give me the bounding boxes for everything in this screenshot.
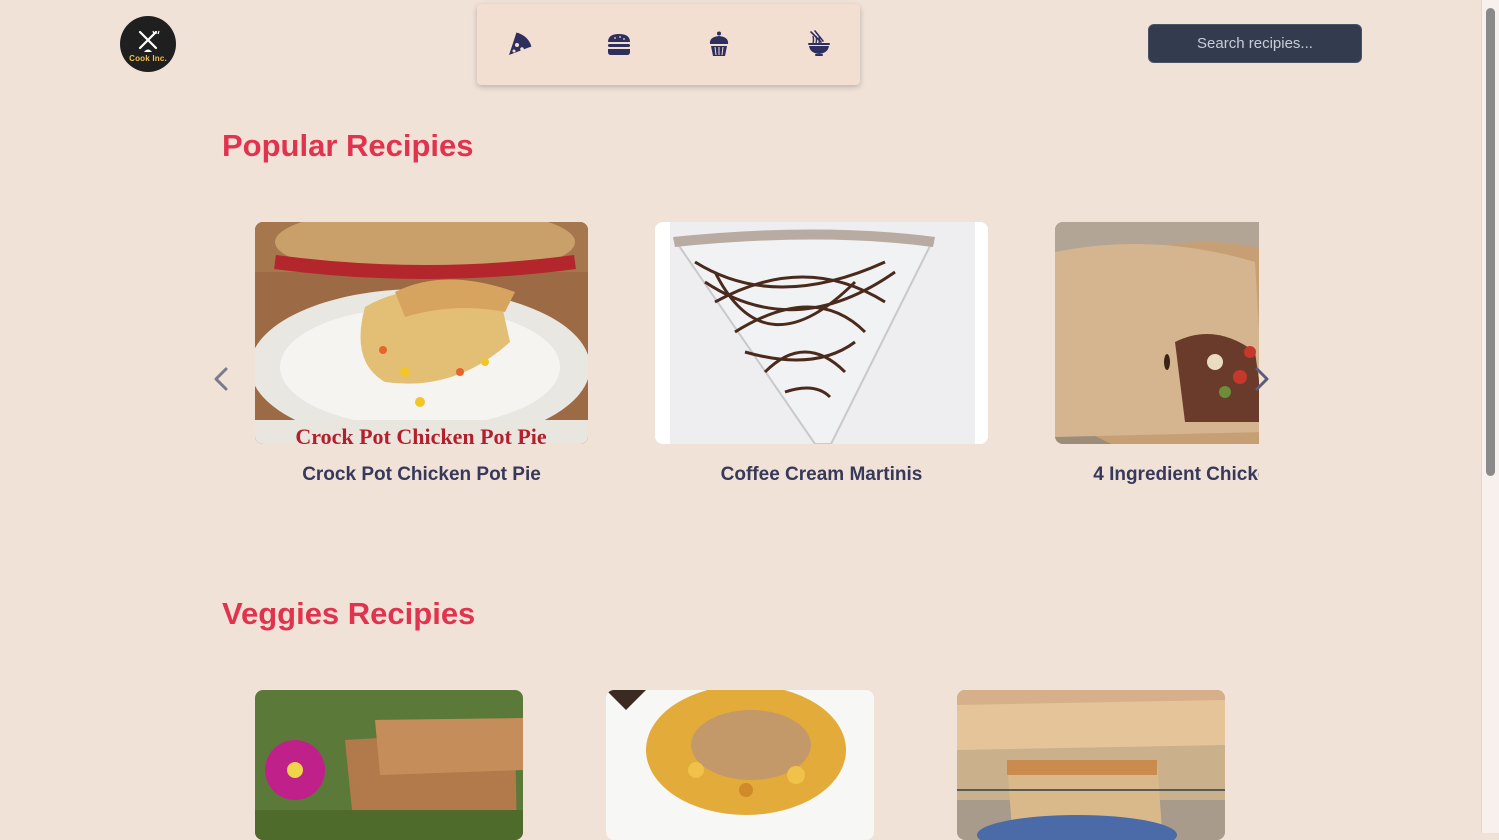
recipe-image[interactable] bbox=[655, 222, 988, 444]
recipe-card[interactable]: Crock Pot Chicken Pot Pie Crock Pot Chic… bbox=[255, 222, 588, 486]
chevron-left-icon bbox=[214, 367, 228, 391]
popular-carousel: Crock Pot Chicken Pot Pie Crock Pot Chic… bbox=[255, 222, 1259, 522]
recipe-image[interactable] bbox=[1055, 222, 1259, 444]
fork-knife-hat-icon bbox=[138, 30, 160, 52]
logo-text: Cook Inc. bbox=[129, 53, 167, 63]
recipe-title[interactable]: Coffee Cream Martinis bbox=[655, 464, 988, 486]
pot-pie-photo bbox=[1055, 222, 1259, 444]
category-american-button[interactable] bbox=[603, 28, 635, 60]
spice-cake-photo bbox=[255, 690, 523, 840]
category-asian-button[interactable] bbox=[803, 28, 835, 60]
photo-banner-text: Crock Pot Chicken Pot Pie bbox=[295, 424, 547, 444]
category-nav bbox=[477, 4, 860, 85]
veggie-recipe-card[interactable] bbox=[255, 690, 523, 840]
carousel-next-button[interactable] bbox=[1250, 364, 1274, 394]
logo[interactable]: Cook Inc. bbox=[120, 16, 176, 72]
veggie-recipe-card[interactable] bbox=[957, 690, 1225, 840]
carousel-prev-button[interactable] bbox=[209, 364, 233, 394]
mac-and-cheese-photo bbox=[606, 690, 874, 840]
search-input[interactable] bbox=[1148, 24, 1362, 63]
noodle-bowl-icon bbox=[808, 30, 830, 56]
chicken-pot-pie-photo: Crock Pot Chicken Pot Pie bbox=[255, 222, 588, 444]
cupcake-icon bbox=[709, 31, 729, 56]
banana-bread-photo bbox=[957, 690, 1225, 840]
scrollbar-thumb[interactable] bbox=[1486, 8, 1495, 476]
category-dessert-button[interactable] bbox=[703, 28, 735, 60]
recipe-card[interactable]: Coffee Cream Martinis bbox=[655, 222, 988, 486]
recipe-title[interactable]: Crock Pot Chicken Pot Pie bbox=[255, 464, 588, 486]
veggies-section-title: Veggies Recipies bbox=[222, 596, 476, 631]
category-italian-button[interactable] bbox=[503, 28, 535, 60]
recipe-title[interactable]: 4 Ingredient Chicken Pot Pie bbox=[1055, 464, 1259, 486]
recipe-card[interactable]: 4 Ingredient Chicken Pot Pie bbox=[1055, 222, 1259, 486]
veggie-recipe-card[interactable] bbox=[606, 690, 874, 840]
martini-glass-photo bbox=[655, 222, 988, 444]
scrollbar[interactable] bbox=[1481, 0, 1499, 833]
pizza-icon bbox=[509, 32, 532, 55]
burger-icon bbox=[608, 34, 630, 55]
chevron-right-icon bbox=[1255, 367, 1269, 391]
popular-section-title: Popular Recipies bbox=[222, 128, 474, 163]
recipe-image[interactable]: Crock Pot Chicken Pot Pie bbox=[255, 222, 588, 444]
